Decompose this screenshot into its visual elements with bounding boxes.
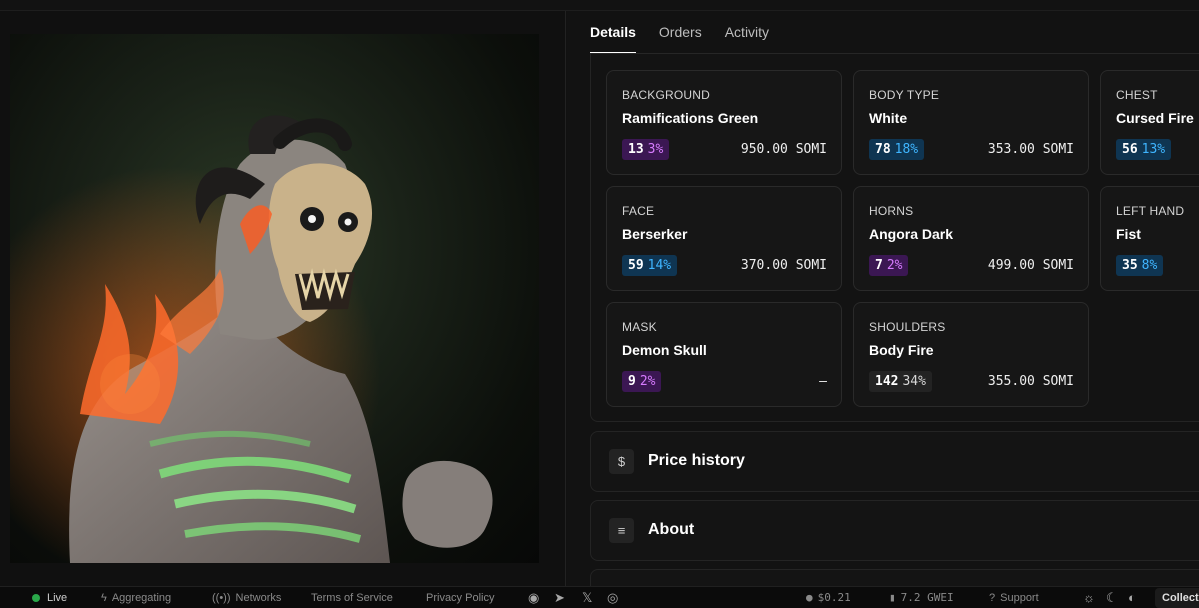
trait-count: 59 bbox=[628, 258, 644, 273]
rarity-badge: 35 8% bbox=[1116, 255, 1164, 276]
trait-percent: 8% bbox=[1141, 258, 1158, 273]
trait-value: Angora Dark bbox=[869, 226, 954, 242]
rarity-badge: 13 3% bbox=[622, 139, 670, 160]
rarity-badge: 9 2% bbox=[622, 371, 662, 392]
rarity-badge: 78 18% bbox=[869, 139, 925, 160]
help-icon: ? bbox=[989, 592, 996, 604]
demon-artwork-image bbox=[10, 34, 539, 563]
trait-type: HORNS bbox=[869, 204, 914, 218]
moon-icon[interactable]: ☾ bbox=[1106, 587, 1118, 608]
bolt-icon: ϟ bbox=[101, 592, 107, 604]
trait-value: Cursed Fire bbox=[1116, 110, 1194, 126]
trait-percent: 13% bbox=[1141, 142, 1166, 157]
trait-card-face[interactable]: FACE Berserker 59 14% 370.00 SOMI bbox=[606, 186, 842, 291]
terms-link[interactable]: Terms of Service bbox=[311, 587, 393, 608]
details-panel: Details Orders Activity BACKGROUND Ramif… bbox=[567, 11, 1199, 586]
trait-value: Fist bbox=[1116, 226, 1141, 242]
trait-value: Berserker bbox=[622, 226, 688, 242]
trait-count: 78 bbox=[875, 142, 891, 157]
live-dot-icon bbox=[32, 594, 40, 603]
floor-price: 370.00 SOMI bbox=[740, 258, 827, 273]
trait-type: BODY TYPE bbox=[869, 88, 940, 102]
tab-details[interactable]: Details bbox=[590, 11, 636, 54]
collect-button[interactable]: Collect bbox=[1155, 588, 1199, 608]
section-title: Price history bbox=[648, 452, 745, 469]
trait-type: LEFT HAND bbox=[1116, 204, 1185, 218]
status-footer: Live ϟ Aggregating ((•)) Networks Terms of… bbox=[0, 586, 1199, 608]
tab-orders[interactable]: Orders bbox=[659, 11, 702, 54]
rarity-badge: 56 13% bbox=[1116, 139, 1172, 160]
trait-value: Body Fire bbox=[869, 342, 934, 358]
trait-count: 13 bbox=[628, 142, 644, 157]
trait-percent: 3% bbox=[647, 142, 664, 157]
gas-pump-icon: ▮ bbox=[889, 591, 896, 604]
about-section[interactable]: ≡ About bbox=[590, 500, 1199, 561]
support-link[interactable]: ? Support bbox=[989, 587, 1039, 608]
x-icon[interactable]: 𝕏 bbox=[582, 587, 592, 608]
price-history-section[interactable]: $ Price history bbox=[590, 431, 1199, 492]
trait-type: FACE bbox=[622, 204, 655, 218]
trait-count: 142 bbox=[875, 374, 899, 389]
trait-percent: 2% bbox=[639, 374, 656, 389]
floor-price: 950.00 SOMI bbox=[740, 142, 827, 157]
trait-count: 7 bbox=[875, 258, 883, 273]
trait-count: 9 bbox=[628, 374, 636, 389]
top-bar bbox=[0, 0, 1199, 11]
rarity-badge: 59 14% bbox=[622, 255, 678, 276]
traits-grid: BACKGROUND Ramifications Green 13 3% 950.… bbox=[590, 54, 1199, 422]
telegram-icon[interactable]: ➤ bbox=[554, 587, 565, 608]
trait-percent: 18% bbox=[894, 142, 919, 157]
trait-count: 35 bbox=[1122, 258, 1138, 273]
instagram-icon[interactable]: ◎ bbox=[607, 587, 618, 608]
trait-card-background[interactable]: BACKGROUND Ramifications Green 13 3% 950.… bbox=[606, 70, 842, 175]
trait-card-shoulders[interactable]: SHOULDERS Body Fire 142 34% 355.00 SOMI bbox=[853, 302, 1089, 407]
trait-percent: 14% bbox=[647, 258, 672, 273]
rarity-badge: 7 2% bbox=[869, 255, 909, 276]
trait-value: Demon Skull bbox=[622, 342, 707, 358]
discord-icon[interactable]: ◉ bbox=[528, 587, 539, 608]
trait-card-horns[interactable]: HORNS Angora Dark 7 2% 499.00 SOMI bbox=[853, 186, 1089, 291]
floor-price: – bbox=[819, 374, 827, 389]
nft-artwork[interactable] bbox=[10, 34, 539, 563]
floor-price: 355.00 SOMI bbox=[987, 374, 1074, 389]
signal-icon: ((•)) bbox=[212, 592, 231, 604]
privacy-link[interactable]: Privacy Policy bbox=[426, 587, 494, 608]
next-section[interactable] bbox=[590, 569, 1199, 586]
trait-value: Ramifications Green bbox=[622, 110, 759, 126]
media-panel bbox=[0, 11, 566, 586]
floor-price: 499.00 SOMI bbox=[987, 258, 1074, 273]
trait-type: CHEST bbox=[1116, 88, 1158, 102]
trait-card-body-type[interactable]: BODY TYPE White 78 18% 353.00 SOMI bbox=[853, 70, 1089, 175]
rarity-badge: 142 34% bbox=[869, 371, 932, 392]
trait-type: SHOULDERS bbox=[869, 320, 946, 334]
token-icon: ● bbox=[806, 591, 813, 604]
token-price: ● $0.21 bbox=[806, 587, 851, 608]
networks-link[interactable]: ((•)) Networks bbox=[212, 587, 281, 608]
trait-value: White bbox=[869, 110, 908, 126]
dollar-icon: $ bbox=[609, 449, 634, 474]
trait-type: MASK bbox=[622, 320, 657, 334]
trait-card-left-hand[interactable]: LEFT HAND Fist 35 8% bbox=[1100, 186, 1199, 291]
trait-type: BACKGROUND bbox=[622, 88, 711, 102]
trait-count: 56 bbox=[1122, 142, 1138, 157]
sun-icon[interactable]: ☼ bbox=[1083, 587, 1095, 608]
detail-tabs: Details Orders Activity bbox=[590, 11, 769, 54]
tab-activity[interactable]: Activity bbox=[725, 11, 769, 54]
trait-card-chest[interactable]: CHEST Cursed Fire 56 13% bbox=[1100, 70, 1199, 175]
floor-price: 353.00 SOMI bbox=[987, 142, 1074, 157]
section-title: About bbox=[648, 521, 695, 538]
trait-card-mask[interactable]: MASK Demon Skull 9 2% – bbox=[606, 302, 842, 407]
aggregating-link[interactable]: ϟ Aggregating bbox=[101, 587, 171, 608]
live-status: Live bbox=[32, 587, 67, 608]
notes-icon: ≡ bbox=[609, 518, 634, 543]
gas-price: ▮ 7.2 GWEI bbox=[889, 587, 954, 608]
trait-percent: 2% bbox=[886, 258, 903, 273]
trait-percent: 34% bbox=[902, 374, 926, 389]
contrast-icon[interactable]: ◐ bbox=[1128, 587, 1136, 608]
